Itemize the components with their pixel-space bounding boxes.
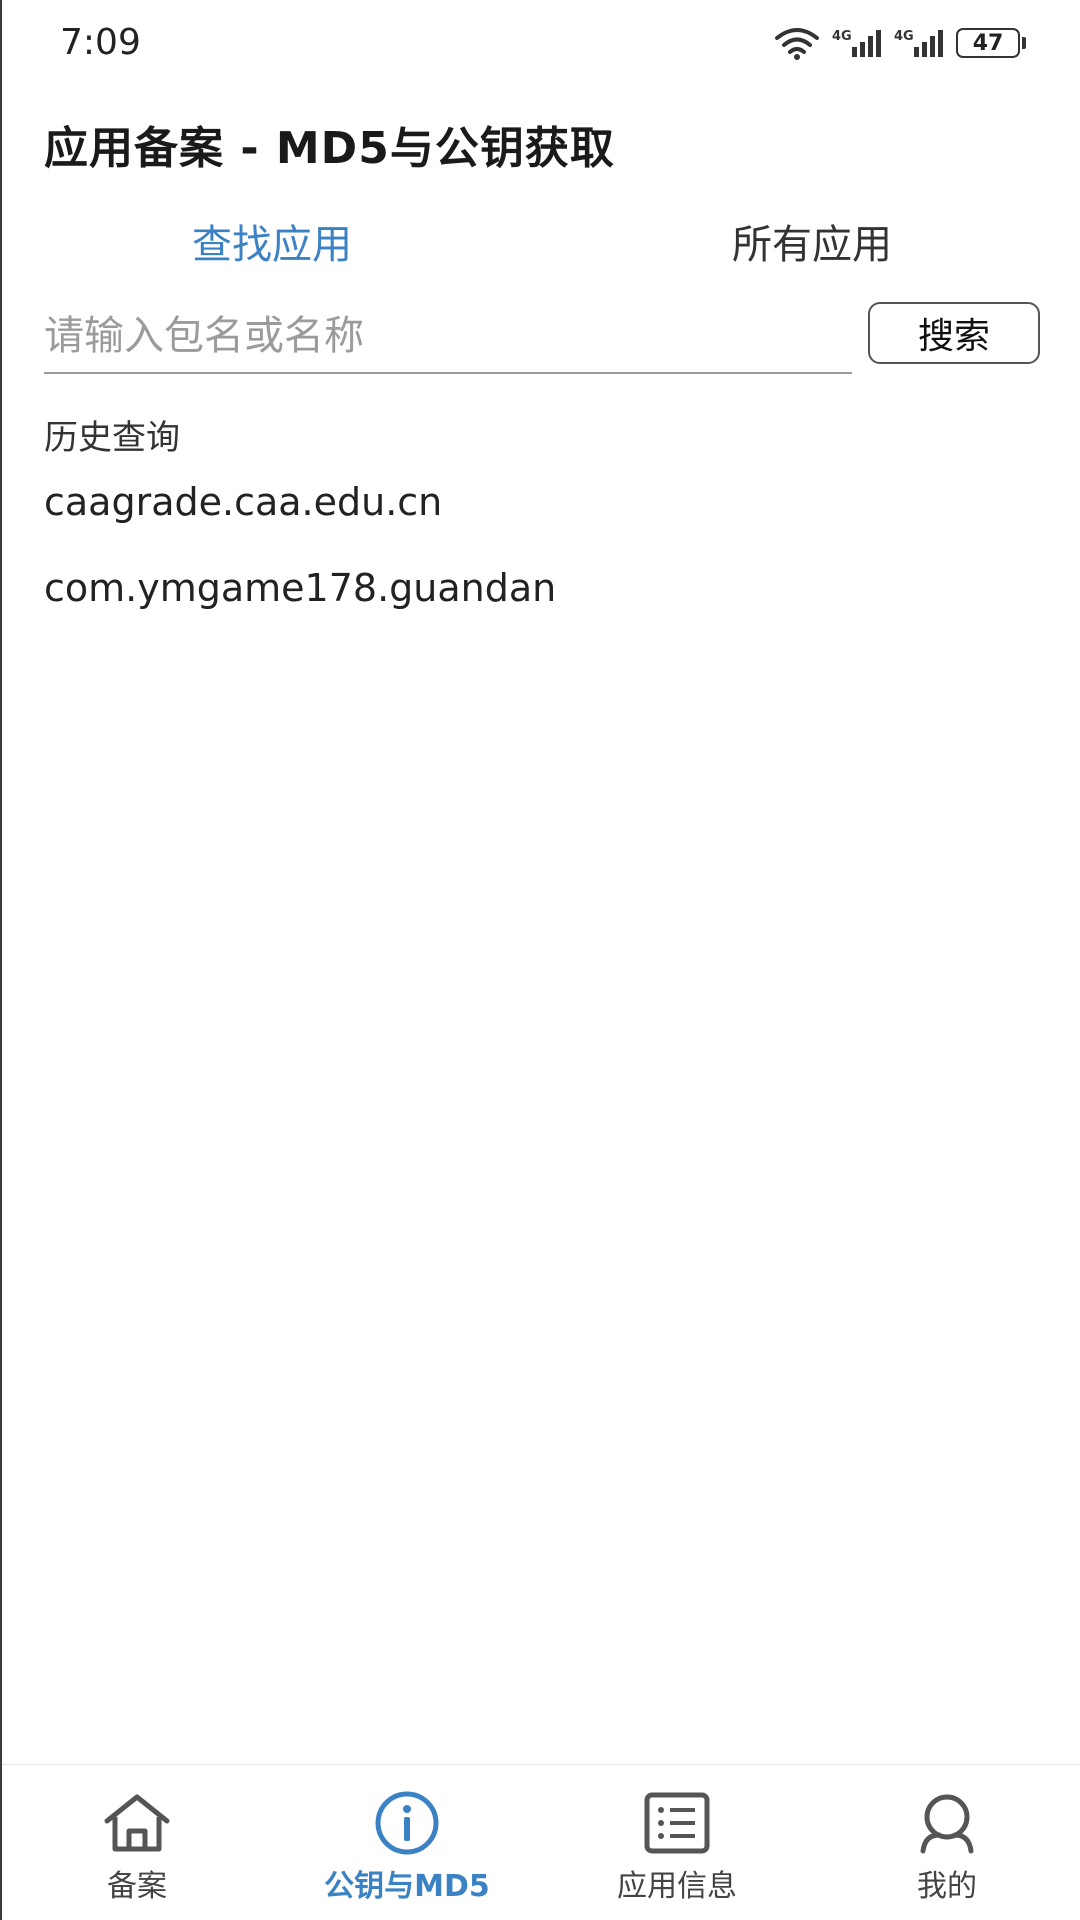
app-screen: 7:09 4G 4G 47 应用备案 - MD5与公钥获取 查找应用 所有应用 …	[0, 0, 1080, 1920]
search-input[interactable]	[44, 300, 852, 374]
wifi-icon	[775, 28, 819, 60]
status-icons: 4G 4G 47	[774, 26, 1026, 60]
nav-item-filing[interactable]: 备案	[2, 1791, 272, 1905]
info-icon	[375, 1791, 439, 1855]
history-item[interactable]: caagrade.caa.edu.cn	[44, 478, 556, 564]
network-type-1: 4G	[832, 29, 852, 44]
nav-label-app-info: 应用信息	[617, 1869, 737, 1904]
nav-label-filing: 备案	[107, 1869, 167, 1904]
history-label: 历史查询	[44, 418, 180, 458]
nav-label-profile: 我的	[917, 1869, 977, 1904]
nav-item-profile[interactable]: 我的	[812, 1791, 1080, 1905]
search-button[interactable]: 搜索	[868, 302, 1040, 364]
battery-level: 47	[972, 30, 1004, 56]
nav-item-key-md5[interactable]: 公钥与MD5	[272, 1791, 542, 1905]
profile-icon	[920, 1794, 974, 1854]
tab-all-apps[interactable]: 所有应用	[542, 210, 1080, 280]
tab-bar: 查找应用 所有应用	[2, 210, 1080, 280]
tab-find-app[interactable]: 查找应用	[2, 210, 542, 280]
nav-item-app-info[interactable]: 应用信息	[542, 1791, 812, 1905]
history-list: caagrade.caa.edu.cn com.ymgame178.guanda…	[44, 478, 556, 650]
search-row: 搜索	[44, 300, 1040, 380]
network-type-2: 4G	[894, 29, 914, 44]
cellular-signal-1-icon: 4G	[832, 29, 881, 57]
nav-label-key-md5: 公钥与MD5	[324, 1869, 490, 1904]
cellular-signal-2-icon: 4G	[894, 29, 943, 57]
battery-cap	[1022, 37, 1026, 49]
history-item[interactable]: com.ymgame178.guandan	[44, 564, 556, 650]
bottom-nav: 备案 公钥与MD5 应用信息 我的	[2, 1764, 1080, 1920]
status-time: 7:09	[60, 22, 141, 63]
list-icon	[644, 1792, 710, 1854]
status-bar: 7:09 4G 4G 47	[2, 0, 1080, 90]
home-icon	[104, 1794, 170, 1852]
battery-icon: 47	[956, 28, 1020, 58]
page-title: 应用备案 - MD5与公钥获取	[44, 123, 615, 174]
